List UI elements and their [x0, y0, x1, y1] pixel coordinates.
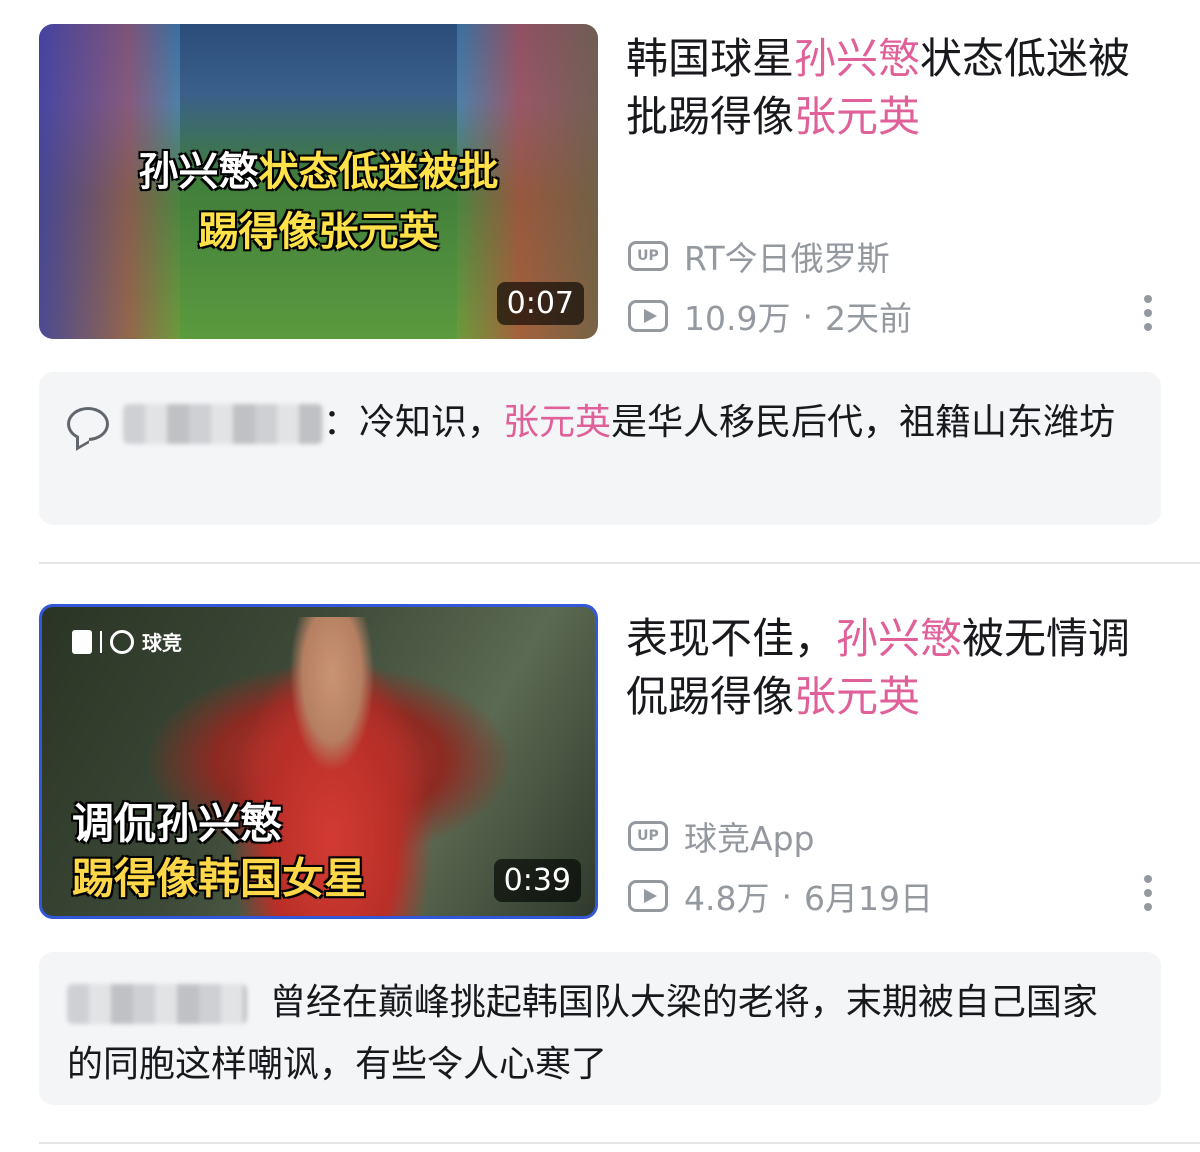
video-duration: 0:07 [496, 282, 584, 325]
feed-divider [39, 1142, 1200, 1144]
comment-bubble-icon [67, 407, 109, 441]
up-badge-icon: UP [628, 821, 668, 851]
blurred-username [123, 404, 323, 444]
separator-dot: · [781, 876, 792, 916]
video-title-2[interactable]: 表现不佳，孙兴慜被无情调侃踢得像张元英 [626, 610, 1146, 726]
view-count: 4.8万 [684, 879, 770, 918]
more-vertical-icon[interactable] [1138, 875, 1158, 915]
video-duration: 0:39 [493, 859, 581, 902]
top-comment-1[interactable]: ：冷知识，张元英是华人移民后代，祖籍山东潍坊 [39, 372, 1161, 525]
more-vertical-icon[interactable] [1138, 295, 1158, 335]
thumbnail-brand: 球竞 [72, 627, 182, 656]
thumbnail-caption-line2: 踢得像韩国女星 [72, 854, 367, 903]
video-thumbnail-2[interactable]: 球竞 调侃孙兴慜 踢得像韩国女星 0:39 [39, 604, 598, 919]
thumbnail-caption-line1: 孙兴慜状态低迷被批 [138, 149, 499, 195]
qiujing-logo-icon [110, 629, 134, 654]
separator-dot: · [802, 296, 813, 336]
play-count-icon [628, 300, 668, 332]
uploader-row-1[interactable]: UP RT今日俄罗斯 [628, 232, 890, 280]
uploader-name[interactable]: RT今日俄罗斯 [684, 232, 890, 280]
publish-date: 2天前 [824, 299, 912, 338]
publish-date: 6月19日 [803, 879, 933, 918]
view-count: 10.9万 [684, 299, 791, 338]
blurred-username [67, 984, 247, 1024]
top-comment-2[interactable]: 曾经在巅峰挑起韩国队大梁的老将，末期被自己国家的同胞这样嘲讽，有些令人心寒了 [39, 952, 1161, 1105]
brand-logo-icon [72, 629, 92, 654]
stats-row-2: 4.8万 · 6月19日 [628, 872, 933, 920]
video-title-1[interactable]: 韩国球星孙兴慜状态低迷被批踢得像张元英 [626, 30, 1146, 146]
thumbnail-caption-line1: 调侃孙兴慜 [72, 799, 283, 848]
play-count-icon [628, 880, 668, 912]
stats-row-1: 10.9万 · 2天前 [628, 292, 912, 340]
thumbnail-caption-line2: 踢得像张元英 [198, 209, 439, 255]
video-thumbnail-1[interactable]: 孙兴慜状态低迷被批 踢得像张元英 0:07 [39, 24, 598, 339]
feed-divider [39, 562, 1200, 564]
uploader-name[interactable]: 球竞App [684, 812, 814, 860]
up-badge-icon: UP [628, 241, 668, 271]
uploader-row-2[interactable]: UP 球竞App [628, 812, 814, 860]
